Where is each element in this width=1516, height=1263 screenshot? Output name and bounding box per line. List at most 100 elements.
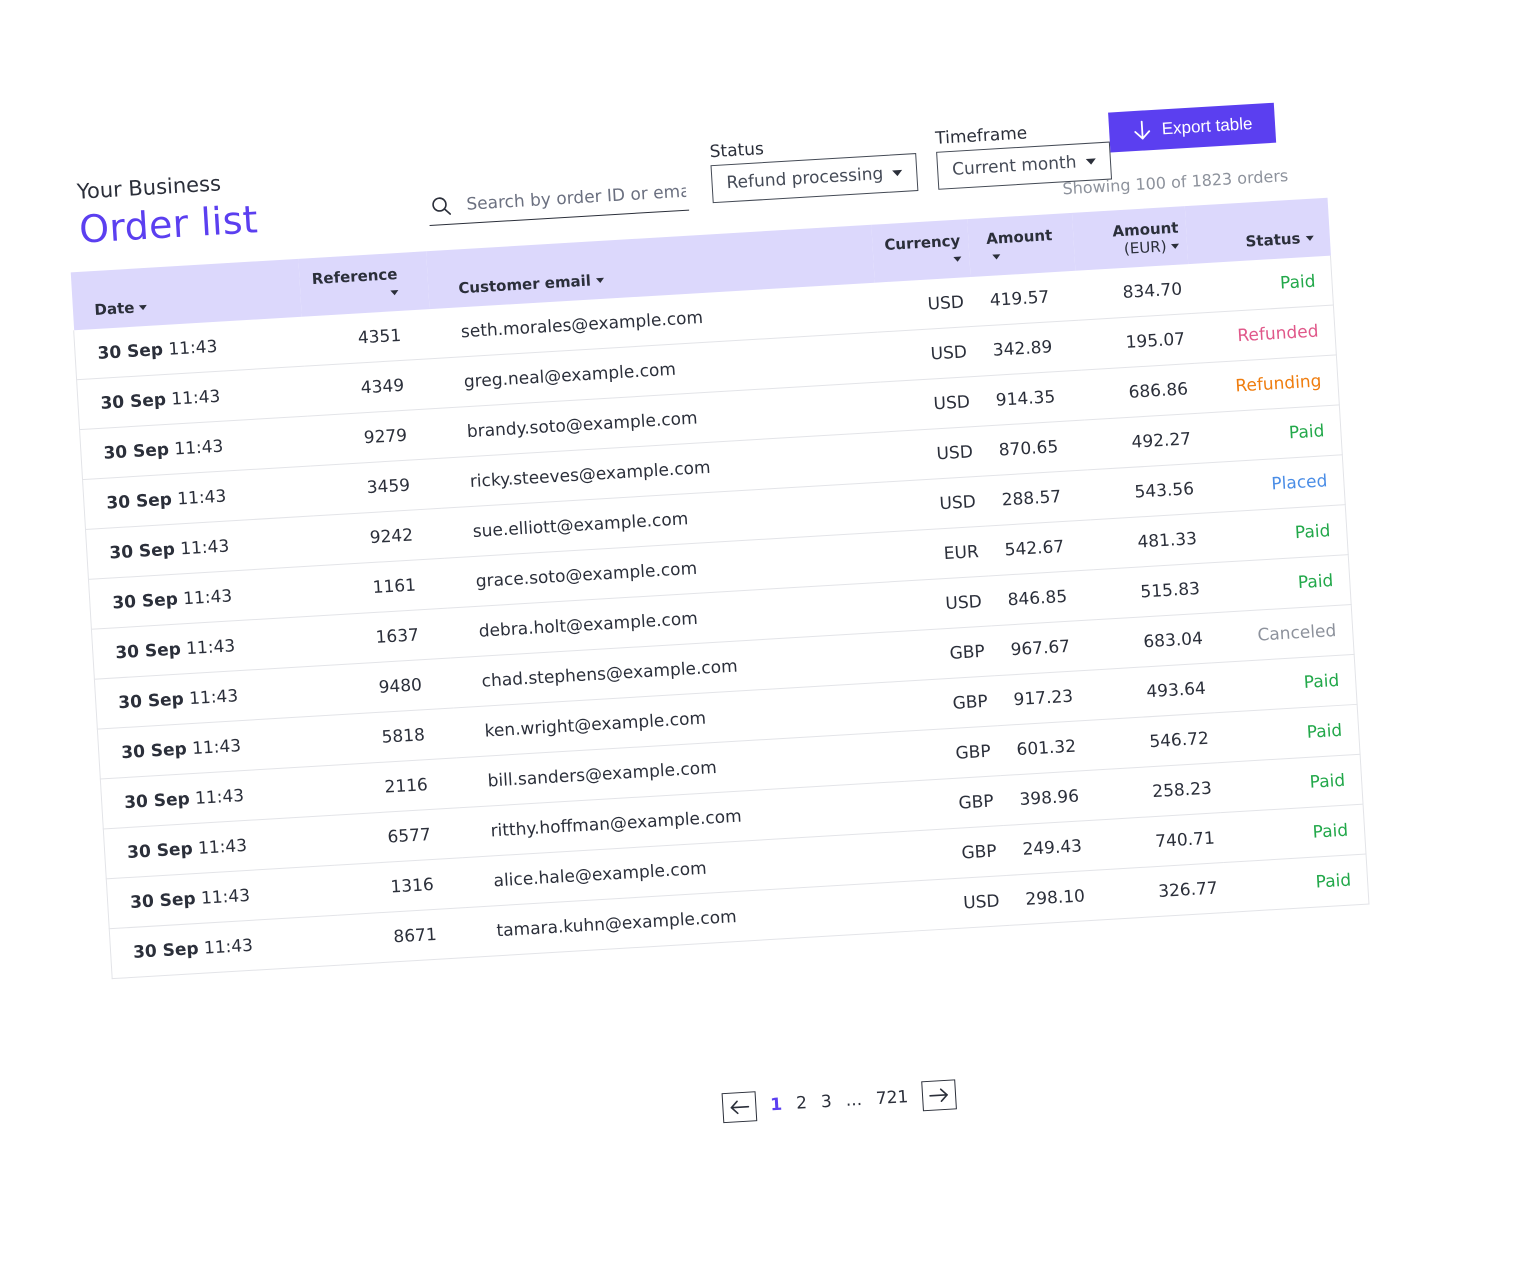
- page-link-last[interactable]: 721: [875, 1087, 909, 1109]
- brand-block: Your Business Order list: [76, 169, 259, 251]
- cell-status: Paid: [1221, 804, 1367, 863]
- export-table-button[interactable]: Export table: [1108, 102, 1277, 153]
- cell-amount: 342.89: [973, 320, 1082, 377]
- cell-date-day: 30 Sep: [108, 539, 176, 564]
- cell-amount-eur: 258.23: [1104, 762, 1222, 820]
- search-input[interactable]: [463, 180, 689, 216]
- arrow-left-icon: [730, 1100, 750, 1115]
- pagination-ellipsis: ...: [845, 1089, 863, 1111]
- cell-amount: 398.96: [1000, 769, 1108, 826]
- cell-amount: 846.85: [988, 569, 1096, 626]
- cell-amount: 917.23: [994, 669, 1102, 726]
- cell-amount-eur: 834.70: [1075, 264, 1192, 321]
- search-icon: [432, 197, 452, 215]
- cell-date-time: 11:43: [188, 685, 239, 709]
- cell-reference: 3459: [310, 458, 442, 516]
- column-header-label: Date: [93, 298, 135, 320]
- column-header-label: Reference: [311, 265, 398, 289]
- cell-currency: GBP: [904, 775, 1004, 832]
- column-header-label: Amount: [985, 226, 1053, 249]
- cell-status: Refunded: [1191, 305, 1337, 364]
- column-header-label: Amount: [1111, 218, 1179, 241]
- cell-amount-eur: 543.56: [1087, 463, 1204, 520]
- status-filter: Status Refund processing: [709, 130, 919, 204]
- cell-status: Paid: [1203, 504, 1349, 564]
- cell-amount-eur: 493.64: [1098, 662, 1216, 720]
- chevron-down-icon: [1085, 158, 1097, 165]
- column-header-amount[interactable]: Amount: [967, 213, 1075, 277]
- cell-reference: 2116: [328, 757, 460, 816]
- cell-date-day: 30 Sep: [96, 339, 164, 364]
- cell-amount: 601.32: [997, 719, 1105, 776]
- next-page-button[interactable]: [921, 1079, 958, 1112]
- cell-date-day: 30 Sep: [120, 738, 188, 763]
- cell-date-day: 30 Sep: [126, 838, 194, 863]
- chevron-down-icon: [892, 169, 903, 177]
- page-link-3[interactable]: 3: [820, 1092, 832, 1113]
- cell-date-time: 11:43: [203, 935, 254, 959]
- cell-status: Paid: [1188, 255, 1334, 314]
- cell-date-time: 11:43: [167, 336, 218, 360]
- column-header-amount-eur[interactable]: Amount (EUR): [1072, 206, 1189, 271]
- cell-amount: 870.65: [979, 420, 1088, 477]
- cell-currency: GBP: [907, 825, 1007, 882]
- cell-amount: 419.57: [970, 270, 1079, 327]
- sort-caret-icon: [390, 289, 399, 296]
- cell-reference: 5818: [325, 707, 457, 766]
- cell-date-time: 11:43: [200, 885, 251, 909]
- timeframe-select-value: Current month: [951, 152, 1078, 180]
- pagination: 1 2 3 ... 721: [721, 1079, 958, 1124]
- previous-page-button[interactable]: [721, 1091, 758, 1124]
- cell-currency: USD: [877, 326, 977, 383]
- status-select[interactable]: Refund processing: [710, 153, 919, 204]
- column-header-unit: (EUR): [1123, 237, 1168, 258]
- cell-currency: EUR: [889, 526, 989, 582]
- cell-currency: USD: [910, 875, 1009, 932]
- cell-amount-eur: 686.86: [1081, 363, 1198, 421]
- cell-amount-eur: 195.07: [1078, 313, 1195, 371]
- cell-amount: 914.35: [976, 370, 1085, 427]
- cell-amount: 542.67: [985, 519, 1094, 576]
- cell-reference: 6577: [331, 807, 463, 866]
- cell-reference: 9279: [308, 408, 439, 466]
- export-table-label: Export table: [1161, 114, 1253, 139]
- cell-status: Paid: [1215, 704, 1361, 763]
- column-header-label: Customer email: [457, 271, 592, 298]
- cell-reference: 9242: [313, 508, 445, 566]
- column-header-currency[interactable]: Currency: [871, 219, 970, 283]
- cell-currency: USD: [880, 376, 980, 432]
- cell-date-time: 11:43: [182, 585, 233, 609]
- cell-reference: 1316: [334, 857, 466, 916]
- arrow-down-icon: [1134, 120, 1150, 140]
- cell-currency: GBP: [898, 675, 998, 732]
- column-header-reference[interactable]: Reference: [299, 251, 430, 316]
- page-link-2[interactable]: 2: [796, 1093, 808, 1114]
- sort-caret-icon: [1305, 235, 1314, 242]
- cell-reference: 9480: [322, 658, 454, 716]
- cell-date-time: 11:43: [185, 635, 236, 659]
- cell-status: Paid: [1218, 754, 1364, 813]
- cell-date-day: 30 Sep: [111, 589, 179, 613]
- cell-reference: 4349: [305, 358, 436, 417]
- cell-date-time: 11:43: [179, 535, 230, 559]
- column-header-status[interactable]: Status: [1185, 198, 1330, 264]
- cell-status: Paid: [1212, 654, 1358, 713]
- cell-date-time: 11:43: [194, 785, 245, 809]
- cell-date-day: 30 Sep: [99, 389, 167, 414]
- cell-date-day: 30 Sep: [123, 788, 191, 813]
- page-link-1[interactable]: 1: [770, 1095, 783, 1116]
- cell-status: Refunding: [1194, 354, 1340, 414]
- orders-table: Date Reference Customer email Currency A…: [70, 197, 1370, 979]
- arrow-right-icon: [929, 1088, 949, 1102]
- search-box[interactable]: [427, 173, 690, 227]
- cell-amount: 967.67: [991, 619, 1099, 676]
- cell-amount: 288.57: [982, 469, 1091, 527]
- cell-date-day: 30 Sep: [114, 639, 182, 663]
- cell-currency: GBP: [901, 725, 1001, 782]
- sort-caret-icon: [953, 256, 962, 262]
- cell-amount-eur: 515.83: [1093, 563, 1210, 620]
- cell-reference: 1161: [316, 558, 448, 616]
- cell-date-time: 11:43: [191, 735, 242, 759]
- cell-reference: 8671: [337, 907, 469, 966]
- sort-caret-icon: [595, 277, 605, 284]
